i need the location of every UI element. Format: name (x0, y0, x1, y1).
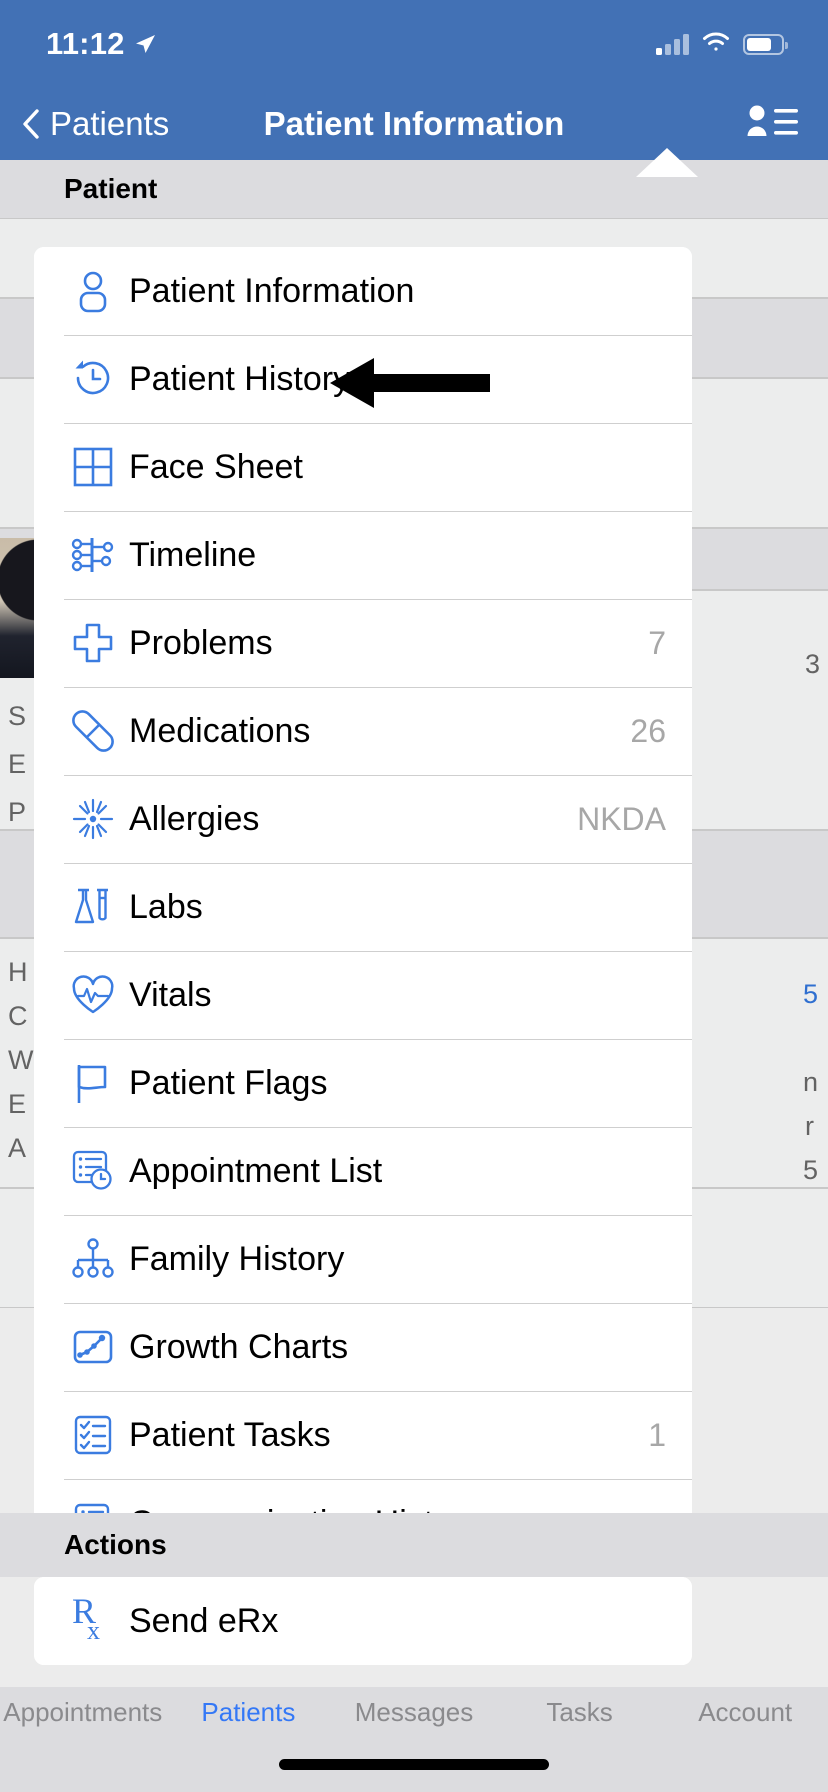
tab-messages[interactable]: Messages (331, 1697, 497, 1728)
menu-item-label: Problems (129, 623, 273, 662)
menu-item-label: Labs (129, 887, 203, 926)
allergy-burst-icon (64, 796, 122, 842)
timeline-nodes-icon (64, 532, 122, 578)
menu-item-label: Patient Tasks (129, 1415, 331, 1454)
back-button-label: Patients (50, 105, 170, 142)
checklist-icon (64, 1413, 122, 1457)
clock-arrow-back-icon (64, 356, 122, 402)
menu-item-label: Appointment List (129, 1151, 383, 1190)
menu-item-problems[interactable]: Problems 7 (34, 599, 692, 687)
svg-text:x: x (87, 1616, 100, 1645)
patient-actions-popover: Patient Information Patient History Face… (34, 247, 692, 1567)
tab-bar[interactable]: Appointments Patients Messages Tasks Acc… (0, 1687, 828, 1792)
menu-item-appointment-list[interactable]: Appointment List (34, 1127, 692, 1215)
flag-icon (64, 1060, 122, 1106)
status-bar-right (656, 31, 788, 57)
menu-item-labs[interactable]: Labs (34, 863, 692, 951)
signal-bars-icon (656, 33, 689, 55)
menu-item-badge: 7 (648, 624, 666, 661)
menu-item-badge: 26 (630, 712, 666, 749)
navigation-bar: Patients Patient Information (0, 88, 828, 160)
patient-menu-button[interactable] (744, 104, 800, 145)
battery-icon (743, 33, 788, 55)
menu-item-label: Family History (129, 1239, 345, 1278)
menu-item-label: Vitals (129, 975, 212, 1014)
tab-account[interactable]: Account (662, 1697, 828, 1728)
menu-item-label: Face Sheet (129, 447, 303, 486)
home-indicator (279, 1759, 549, 1770)
menu-item-label: Allergies (129, 799, 260, 838)
person-outline-icon (64, 268, 122, 314)
lab-flask-tube-icon (64, 884, 122, 930)
grid-four-squares-icon (64, 445, 122, 489)
pill-capsule-icon (64, 708, 122, 754)
popover-pointer-arrow (636, 148, 698, 177)
chevron-left-icon (22, 109, 40, 139)
menu-item-send-erx[interactable]: R x Send eRx (34, 1577, 692, 1665)
list-clock-icon (64, 1148, 122, 1194)
clock: 11:12 (46, 26, 125, 61)
menu-item-family-history[interactable]: Family History (34, 1215, 692, 1303)
left-pointing-arrow-annotation (330, 356, 490, 415)
tab-appointments[interactable]: Appointments (0, 1697, 166, 1728)
menu-item-patient-information[interactable]: Patient Information (34, 247, 692, 335)
wifi-icon (702, 31, 730, 57)
menu-item-patient-tasks[interactable]: Patient Tasks 1 (34, 1391, 692, 1479)
menu-item-badge: 1 (648, 1416, 666, 1453)
menu-item-label: Growth Charts (129, 1327, 349, 1366)
menu-item-label: Patient Flags (129, 1063, 328, 1102)
menu-item-badge: NKDA (577, 800, 666, 837)
tab-tasks[interactable]: Tasks (497, 1697, 663, 1728)
patient-menu-icon (744, 104, 800, 145)
menu-item-allergies[interactable]: Allergies NKDA (34, 775, 692, 863)
location-arrow-icon (134, 33, 156, 55)
menu-item-label: Patient Information (129, 271, 415, 310)
actions-card: R x Send eRx (34, 1577, 692, 1665)
growth-chart-icon (64, 1325, 122, 1369)
menu-item-medications[interactable]: Medications 26 (34, 687, 692, 775)
menu-item-growth-charts[interactable]: Growth Charts (34, 1303, 692, 1391)
rx-icon: R x (64, 1595, 122, 1647)
menu-item-face-sheet[interactable]: Face Sheet (34, 423, 692, 511)
status-bar-left: 11:12 (46, 26, 156, 62)
menu-item-label: Timeline (129, 535, 257, 574)
menu-item-label: Patient History (129, 359, 351, 398)
menu-item-label: Send eRx (129, 1601, 279, 1640)
heart-pulse-icon (64, 972, 122, 1018)
family-tree-icon (64, 1236, 122, 1282)
tab-patients[interactable]: Patients (166, 1697, 332, 1728)
menu-item-label: Medications (129, 711, 311, 750)
bg-section-header: Patient (0, 160, 828, 218)
back-button[interactable]: Patients (22, 105, 169, 143)
plus-cross-icon (64, 621, 122, 665)
menu-item-timeline[interactable]: Timeline (34, 511, 692, 599)
status-bar: 11:12 (0, 0, 828, 88)
actions-section-header: Actions (0, 1513, 828, 1577)
menu-item-vitals[interactable]: Vitals (34, 951, 692, 1039)
menu-item-patient-flags[interactable]: Patient Flags (34, 1039, 692, 1127)
